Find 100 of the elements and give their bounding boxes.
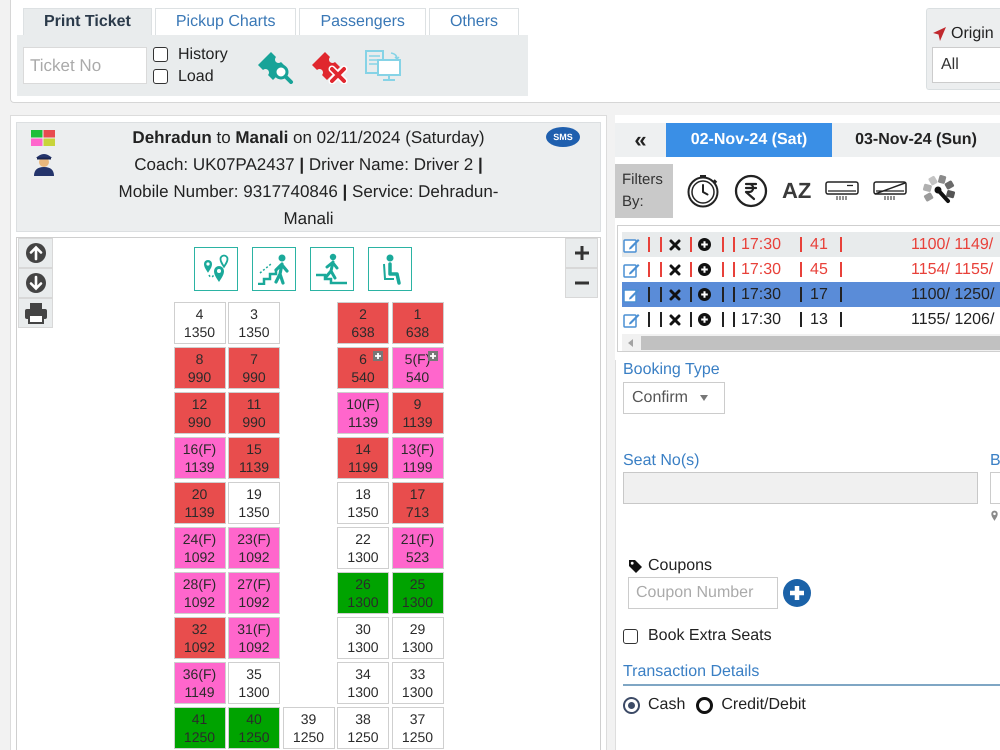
seat[interactable]: 33 1300: [392, 662, 444, 704]
seat[interactable]: 29 1300: [392, 617, 444, 659]
edit-icon[interactable]: [623, 286, 640, 302]
plus-circle-icon[interactable]: [783, 579, 811, 607]
seat[interactable]: 32 1092: [174, 617, 226, 659]
seat-numbers-label: Seat No(s): [623, 451, 700, 471]
cross-icon[interactable]: [669, 314, 681, 326]
plus-circle-icon[interactable]: [698, 288, 711, 301]
seat[interactable]: 31(F) 1092: [228, 617, 280, 659]
seat[interactable]: 22 1300: [337, 527, 389, 569]
checkbox[interactable]: [153, 69, 168, 84]
origin-label: Origin: [951, 25, 994, 43]
seat[interactable]: 10(F) 1139: [337, 392, 389, 434]
plus-circle-icon[interactable]: [698, 238, 711, 251]
date-tab[interactable]: 02-Nov-24 (Sat): [666, 123, 832, 157]
tab[interactable]: Others: [428, 8, 519, 35]
air-conditioner-icon[interactable]: [825, 180, 860, 202]
departure-time: 17:30: [741, 286, 782, 304]
tab[interactable]: Print Ticket: [23, 8, 152, 35]
map-pins-button[interactable]: [194, 247, 238, 291]
seat[interactable]: 3 1350: [228, 302, 280, 344]
checkbox[interactable]: [153, 47, 168, 62]
radio-button[interactable]: [623, 696, 640, 714]
seat[interactable]: 23(F) 1092: [228, 527, 280, 569]
radio-button[interactable]: [696, 696, 714, 714]
seat[interactable]: 16(F) 1139: [174, 437, 226, 479]
cross-icon[interactable]: [669, 264, 681, 276]
seat[interactable]: 11 990: [228, 392, 280, 434]
origin-select[interactable]: All: [932, 47, 1000, 83]
seat[interactable]: 8 990: [174, 347, 226, 389]
seat[interactable]: 28(F) 1092: [174, 572, 226, 614]
ticket-number-field[interactable]: Ticket No: [23, 47, 147, 84]
seat[interactable]: 39 1250: [282, 707, 334, 749]
seat[interactable]: 21(F) 523: [392, 527, 444, 569]
person-climbing-stairs-icon: [257, 253, 291, 285]
seat[interactable]: 34 1300: [337, 662, 389, 704]
seat[interactable]: 18 1350: [337, 482, 389, 524]
trip-row[interactable]: 17:30 41 1100/ 1149/: [622, 232, 1000, 257]
tab[interactable]: Passengers: [299, 8, 426, 35]
seat[interactable]: 35 1300: [228, 662, 280, 704]
extra-seats-label: Book Extra Seats: [648, 627, 772, 645]
horizontal-scrollbar[interactable]: [622, 334, 1000, 351]
seat[interactable]: 17 713: [392, 482, 444, 524]
cross-icon[interactable]: [669, 238, 681, 250]
date-tab[interactable]: 03-Nov-24 (Sun): [832, 123, 1000, 157]
trip-row[interactable]: 17:30 17 1100/ 1250/: [622, 282, 1000, 307]
coupon-number-field[interactable]: Coupon Number: [628, 577, 778, 609]
seat[interactable]: 13(F) 1199: [392, 437, 444, 479]
seat[interactable]: 26 1300: [337, 572, 389, 614]
input-field[interactable]: [990, 472, 1000, 504]
seat[interactable]: 1 638: [392, 302, 444, 344]
fare-list: 1154/ 1155/: [911, 260, 994, 278]
plus-circle-icon[interactable]: [698, 313, 711, 326]
sms-button[interactable]: SMS: [546, 127, 580, 147]
seat[interactable]: 9 1139: [392, 392, 444, 434]
plus-circle-icon[interactable]: [698, 263, 711, 276]
zoom-out-button[interactable]: [565, 268, 598, 298]
fare-list: 1100/ 1250/: [911, 286, 994, 304]
stairs-up-button[interactable]: [252, 247, 296, 291]
seat[interactable]: 38 1250: [337, 707, 389, 749]
seat[interactable]: 14 1199: [337, 437, 389, 479]
seat[interactable]: 36(F) 1149: [174, 662, 226, 704]
seat[interactable]: 6 540: [337, 347, 389, 389]
tab[interactable]: Pickup Charts: [154, 8, 296, 35]
seated-person-button[interactable]: [368, 247, 412, 291]
seat[interactable]: 41 1250: [174, 707, 226, 749]
edit-icon[interactable]: [623, 312, 640, 328]
seat[interactable]: 4 1350: [174, 302, 226, 344]
previous-dates-button[interactable]: «: [615, 123, 666, 157]
seat[interactable]: 40 1250: [228, 707, 280, 749]
plus-badge-icon[interactable]: [428, 351, 438, 361]
seat[interactable]: 30 1300: [337, 617, 389, 659]
zoom-in-button[interactable]: [565, 238, 598, 268]
seat[interactable]: 2 638: [337, 302, 389, 344]
seat-numbers-field[interactable]: [623, 472, 978, 504]
fare-list: 1100/ 1149/: [911, 236, 994, 254]
plus-badge-icon[interactable]: [373, 351, 383, 361]
scroll-up-button[interactable]: [18, 238, 53, 268]
stopwatch-icon[interactable]: [686, 174, 720, 208]
edit-icon[interactable]: [623, 262, 640, 278]
stairs-walk-button[interactable]: [310, 247, 354, 291]
seat[interactable]: 27(F) 1092: [228, 572, 280, 614]
scroll-down-button[interactable]: [18, 268, 53, 298]
seat[interactable]: 20 1139: [174, 482, 226, 524]
seat[interactable]: 25 1300: [392, 572, 444, 614]
seat[interactable]: 24(F) 1092: [174, 527, 226, 569]
color-legend-icon[interactable]: [31, 130, 55, 146]
seat[interactable]: 7 990: [228, 347, 280, 389]
booking-type-select[interactable]: Confirm: [623, 382, 725, 414]
crossed-air-conditioner-icon[interactable]: [873, 180, 908, 202]
sort-az-button[interactable]: AZ: [782, 180, 812, 202]
seat[interactable]: 19 1350: [228, 482, 280, 524]
seat[interactable]: 37 1250: [392, 707, 444, 749]
seat[interactable]: 12 990: [174, 392, 226, 434]
print-button[interactable]: [18, 298, 53, 328]
edit-icon[interactable]: [623, 236, 640, 252]
seat[interactable]: 15 1139: [228, 437, 280, 479]
checkbox[interactable]: [623, 628, 638, 644]
rupee-icon[interactable]: [734, 174, 768, 208]
tag-icon: [628, 558, 643, 574]
